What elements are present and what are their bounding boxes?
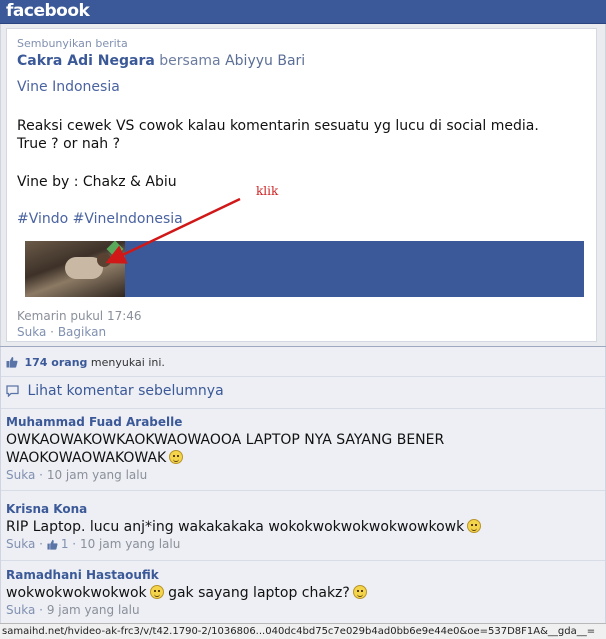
comment-like-button[interactable]: Suka	[6, 537, 35, 551]
thumbs-up-icon	[6, 357, 18, 368]
author-link[interactable]: Cakra Adi Negara	[17, 53, 155, 69]
with-text: bersama	[159, 53, 221, 69]
comment-text-part: gak sayang laptop chakz?	[168, 585, 350, 601]
comment: Krisna Kona RIP Laptop. lucu anj*ing wak…	[6, 502, 601, 551]
comment-text-line: RIP Laptop. lucu anj*ing wakakakaka woko…	[6, 519, 465, 535]
comment-author[interactable]: Ramadhani Hastaoufik	[6, 568, 601, 582]
separator: ·	[39, 468, 43, 482]
comment-like-button[interactable]: Suka	[6, 468, 35, 482]
likes-count-link[interactable]: 174 orang	[25, 356, 88, 369]
comment-text: OWKAOWAKOWKAOKWAOWAOOA LAPTOP NYA SAYANG…	[6, 431, 601, 467]
page-link[interactable]: Vine Indonesia	[17, 79, 120, 95]
story-container: Sembunyikan berita Cakra Adi Negara bers…	[0, 24, 606, 346]
comment-text-part: wokwokwokwokwok	[6, 585, 147, 601]
separator: ·	[39, 537, 43, 551]
likes-summary: 174 orang menyukai ini.	[6, 356, 165, 369]
story-card: Sembunyikan berita Cakra Adi Negara bers…	[6, 28, 597, 342]
comment-meta: Suka · 1 · 10 jam yang lalu	[6, 537, 601, 551]
comment: Muhammad Fuad Arabelle OWKAOWAKOWKAOKWAO…	[6, 415, 601, 482]
comment-icon	[6, 385, 19, 397]
tagged-user-link[interactable]: Abiyyu Bari	[225, 53, 305, 69]
separator: ·	[72, 537, 77, 551]
comment-time[interactable]: 10 jam yang lalu	[80, 537, 180, 551]
thumbs-up-icon	[47, 539, 58, 550]
smile-emoticon-icon	[467, 519, 482, 533]
comments-panel: 174 orang menyukai ini. Lihat komentar s…	[0, 347, 606, 623]
comment-meta: Suka · 9 jam yang lalu	[6, 603, 601, 617]
comment-text: wokwokwokwokwok gak sayang laptop chakz?	[6, 584, 601, 602]
comment-like-button[interactable]: Suka	[6, 603, 35, 617]
share-button[interactable]: Bagikan	[58, 325, 106, 339]
smile-emoticon-icon	[149, 585, 164, 599]
video-thumbnail[interactable]	[25, 241, 125, 297]
story-message-line: True ? or nah ?	[17, 136, 121, 152]
annotation-label: klik	[256, 184, 279, 198]
video-attachment[interactable]	[25, 241, 584, 297]
comment-author[interactable]: Krisna Kona	[6, 502, 601, 516]
view-previous-label[interactable]: Lihat komentar sebelumnya	[27, 383, 223, 399]
likes-suffix: menyukai ini.	[90, 356, 165, 369]
story-credit-line: Vine by : Chakz & Abiu	[17, 174, 177, 190]
comment-author[interactable]: Muhammad Fuad Arabelle	[6, 415, 601, 429]
comment-like-count[interactable]: 1	[61, 537, 69, 551]
facebook-logo[interactable]: facebook	[6, 1, 90, 21]
comment: Ramadhani Hastaoufik wokwokwokwokwok gak…	[6, 568, 601, 617]
hide-story-link[interactable]: Sembunyikan berita	[17, 37, 128, 50]
top-bar: facebook	[0, 0, 606, 24]
comment-text-line: OWKAOWAKOWKAOKWAOWAOOA LAPTOP NYA SAYANG…	[6, 432, 445, 448]
comment-meta: Suka · 10 jam yang lalu	[6, 468, 601, 482]
comment-time[interactable]: 9 jam yang lalu	[47, 603, 140, 617]
comment-text-line: WAOKOWAOWAKOWAK	[6, 450, 167, 466]
separator: ·	[50, 325, 54, 339]
like-button[interactable]: Suka	[17, 325, 46, 339]
view-previous-comments[interactable]: Lihat komentar sebelumnya	[6, 383, 224, 399]
separator: ·	[39, 603, 43, 617]
story-message-line: Reaksi cewek VS cowok kalau komentarin s…	[17, 118, 539, 134]
browser-status-bar: samaihd.net/hvideo-ak-frc3/v/t42.1790-2/…	[0, 623, 606, 639]
row-divider	[1, 490, 605, 491]
row-divider	[1, 408, 605, 409]
grin-emoticon-icon	[169, 450, 184, 464]
comment-time[interactable]: 10 jam yang lalu	[47, 468, 147, 482]
comment-text: RIP Laptop. lucu anj*ing wakakakaka woko…	[6, 518, 601, 536]
story-actions: Suka · Bagikan	[17, 325, 106, 339]
thumbnail-head	[97, 253, 111, 267]
story-timestamp[interactable]: Kemarin pukul 17:46	[17, 309, 142, 323]
row-divider	[1, 560, 605, 561]
story-header: Cakra Adi Negara bersama Abiyyu Bari	[17, 53, 305, 69]
hashtags[interactable]: #Vindo #VineIndonesia	[17, 211, 183, 227]
smile-emoticon-icon	[352, 585, 367, 599]
row-divider	[1, 376, 605, 377]
